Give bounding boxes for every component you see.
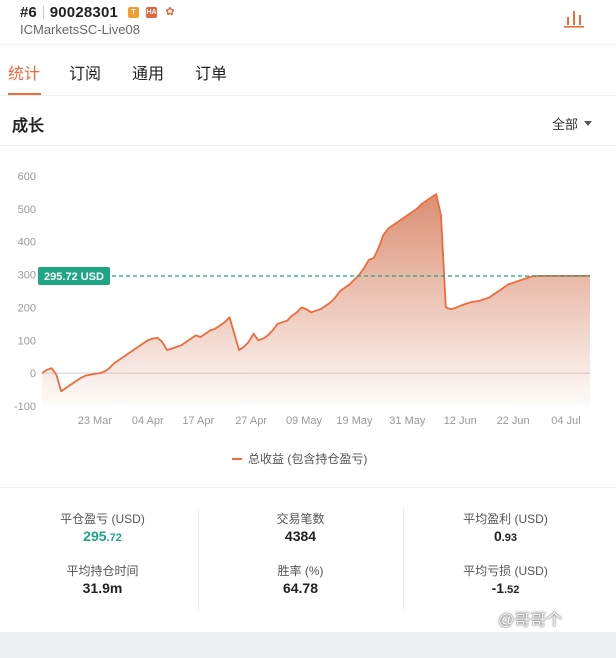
y-tick-label: -100 xyxy=(14,401,36,413)
stat-value: 295.72 xyxy=(83,528,122,544)
x-tick-label: 17 Apr xyxy=(182,415,214,427)
tab-bar: 统计 订阅 通用 订单 xyxy=(0,46,616,96)
legend-swatch xyxy=(232,457,242,460)
footer-bar xyxy=(0,632,616,658)
account-id: 90028301 xyxy=(49,3,119,21)
divider xyxy=(42,5,44,19)
ha-badge-icon: HA xyxy=(146,6,158,18)
stat-value: 0.93 xyxy=(493,528,518,544)
chart-legend: 总收益 (包含持仓盈亏) xyxy=(232,450,367,467)
x-tick-label: 04 Apr xyxy=(132,415,164,427)
x-tick-label: 22 Jun xyxy=(497,415,530,427)
account-line: #6 90028301 T HA ✿ xyxy=(20,3,177,21)
x-tick-label: 04 Jul xyxy=(551,415,580,427)
tab-subscribe[interactable]: 订阅 xyxy=(69,60,101,84)
stat-value: -1.52 xyxy=(491,580,520,596)
divider xyxy=(0,145,616,146)
watermark: @哥哥个 xyxy=(498,612,563,629)
server-name: ICMarketsSC-Live08 xyxy=(20,22,140,37)
x-tick-label: 27 Apr xyxy=(235,415,267,427)
stat-label: 平均盈利 (USD) xyxy=(463,512,548,526)
t-badge-icon: T xyxy=(128,6,140,18)
stat-value: 4384 xyxy=(284,528,317,544)
y-tick-label: 400 xyxy=(18,237,36,249)
rank-label: #6 xyxy=(20,3,37,21)
series-area xyxy=(42,194,590,406)
caret-down-icon xyxy=(584,121,593,126)
x-tick-label: 23 Mar xyxy=(78,415,113,427)
y-tick-label: 200 xyxy=(18,302,36,314)
x-tick-label: 12 Jun xyxy=(444,415,477,427)
tab-general[interactable]: 通用 xyxy=(132,60,164,84)
stat-avg-hold-time: 平均持仓时间 31.9m xyxy=(0,562,205,597)
y-tick-label: 100 xyxy=(18,335,36,347)
bar-chart-icon[interactable] xyxy=(563,7,585,29)
stat-closed-pnl: 平仓盈亏 (USD) 295.72 xyxy=(0,510,205,545)
stat-label: 胜率 (%) xyxy=(277,564,324,578)
y-tick-label: 600 xyxy=(18,171,36,183)
range-filter-label: 全部 xyxy=(552,117,579,132)
x-tick-label: 09 May xyxy=(286,415,323,427)
growth-chart: -100 0 100 200 300 400 500 600 23 Mar 04 Apr 17 Ap… xyxy=(14,171,590,427)
tab-stats[interactable]: 统计 xyxy=(8,60,40,84)
current-value-label: 295.72 USD xyxy=(44,271,104,283)
stat-trade-count: 交易笔数 4384 xyxy=(198,510,403,545)
stat-label: 平仓盈亏 (USD) xyxy=(60,512,145,526)
stat-value: 64.78 xyxy=(282,580,319,596)
account-header: #6 90028301 T HA ✿ ICMarketsSC-Live08 xyxy=(0,0,616,45)
active-tab-indicator xyxy=(8,93,41,95)
y-tick-label: 300 xyxy=(18,270,36,282)
stat-avg-profit: 平均盈利 (USD) 0.93 xyxy=(403,510,608,545)
stat-win-rate: 胜率 (%) 64.78 xyxy=(198,562,403,597)
fox-icon: ✿ xyxy=(164,5,177,18)
legend-label: 总收益 (包含持仓盈亏) xyxy=(248,452,368,466)
x-tick-label: 31 May xyxy=(389,415,426,427)
stat-label: 平均持仓时间 xyxy=(66,564,139,578)
stat-label: 交易笔数 xyxy=(276,512,325,526)
y-tick-label: 500 xyxy=(18,204,36,216)
stat-avg-loss: 平均亏损 (USD) -1.52 xyxy=(403,562,608,597)
tab-orders[interactable]: 订单 xyxy=(195,60,227,84)
range-filter-dropdown[interactable]: 全部 xyxy=(552,114,593,133)
stat-label: 平均亏损 (USD) xyxy=(463,564,548,578)
section-title: 成长 xyxy=(12,118,45,135)
y-tick-label: 0 xyxy=(30,368,36,380)
x-tick-label: 19 May xyxy=(336,415,373,427)
stat-value: 31.9m xyxy=(82,580,123,596)
